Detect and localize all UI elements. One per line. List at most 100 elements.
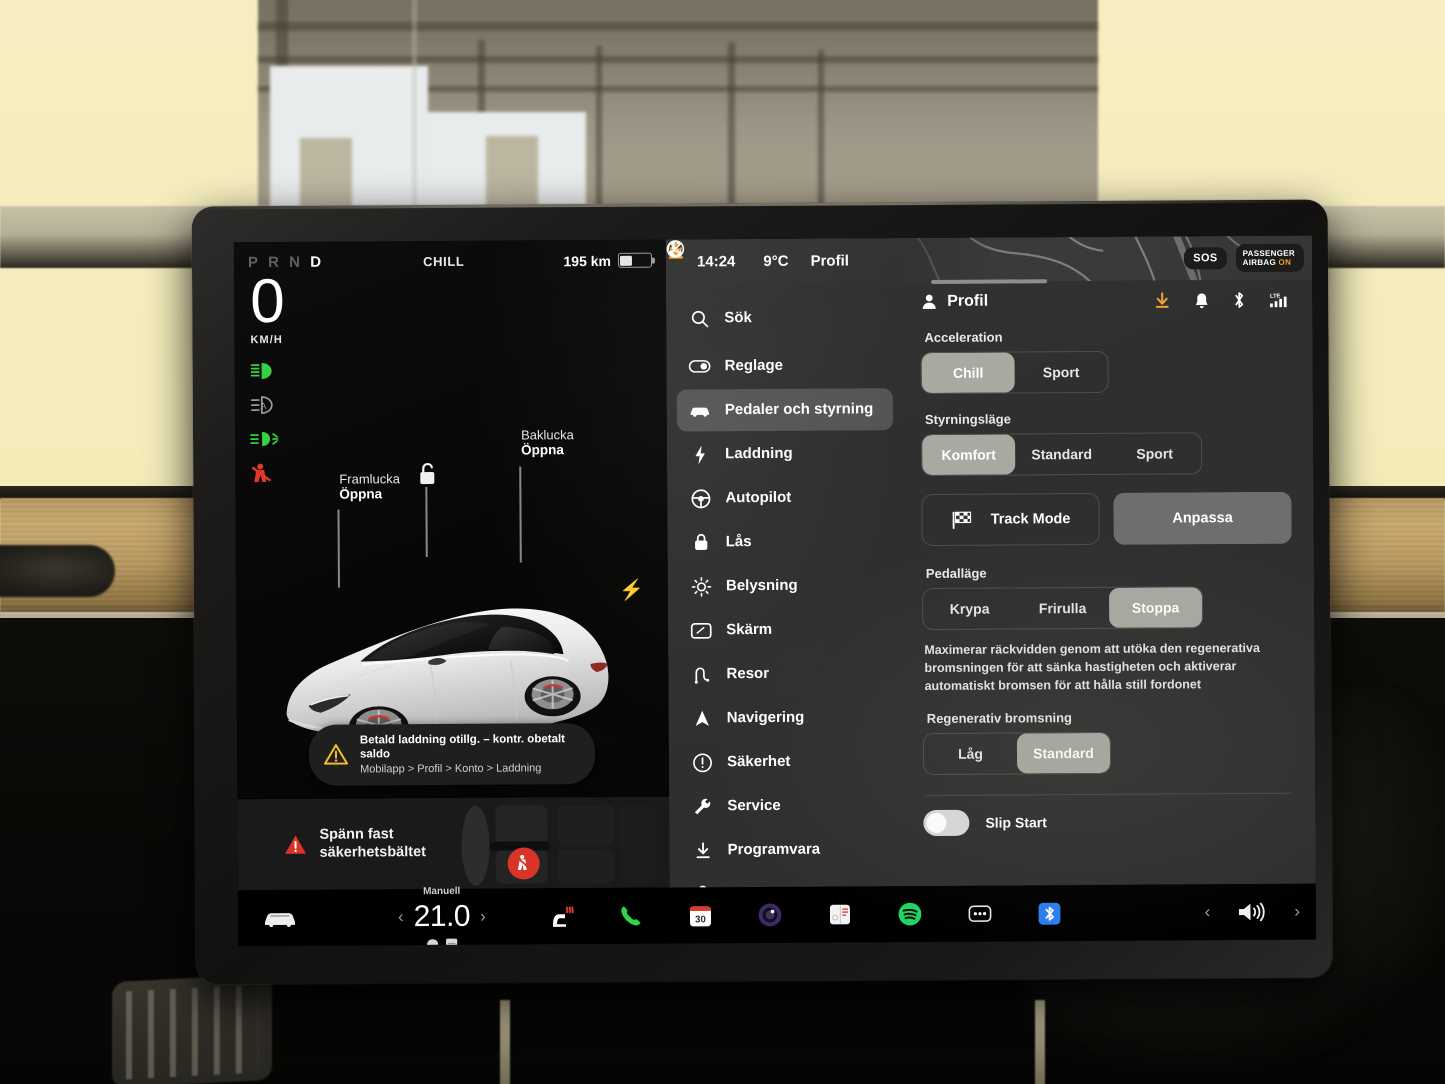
sidebar-item-sakerhet[interactable]: Säkerhet: [679, 740, 895, 783]
airbag-line1: PASSENGER: [1242, 248, 1295, 258]
bottom-taskbar: Manuell ‹ 21.0 › 30 ‹ ›: [237, 883, 1317, 947]
rear-trunk-callout[interactable]: Baklucka Öppna: [521, 427, 574, 457]
sidebar-item-service[interactable]: Service: [679, 784, 895, 827]
content-title: Profil: [947, 292, 989, 310]
bell-icon[interactable]: [1193, 291, 1210, 310]
climate-mode-label: Manuell: [423, 885, 461, 898]
slip-start-label: Slip Start: [985, 814, 1047, 831]
front-trunk-callout[interactable]: Framlucka Öppna: [339, 471, 400, 501]
volume-icon[interactable]: [1236, 899, 1268, 925]
sos-button[interactable]: SOS: [666, 240, 1227, 270]
profile-person-icon: [922, 294, 936, 310]
wrench-icon: [691, 795, 713, 817]
map-status-strip[interactable]: 14:24 9°C Profil SOS PASSENGER AIRBAG ON: [665, 235, 1313, 284]
slip-start-row[interactable]: Slip Start: [923, 794, 1293, 837]
regen-option-standard[interactable]: Standard: [1016, 733, 1111, 774]
search-input[interactable]: Sök: [676, 296, 892, 343]
search-label: Sök: [724, 309, 752, 327]
bluetooth-app-icon[interactable]: [1037, 901, 1062, 926]
sidebar-item-programvara[interactable]: Programvara: [679, 828, 895, 871]
sidebar-item-navigering[interactable]: Navigering: [679, 696, 895, 739]
search-icon: [688, 307, 710, 329]
car-controls-icon: [265, 913, 296, 928]
svg-text:A: A: [260, 401, 266, 411]
download-status-icon[interactable]: [1153, 290, 1171, 310]
acceleration-option-sport[interactable]: Sport: [1015, 352, 1108, 393]
volume-increase-button[interactable]: ›: [1294, 902, 1300, 922]
low-beam-icon: [250, 362, 272, 379]
temp-decrease-button[interactable]: ‹: [398, 907, 404, 927]
acceleration-segmented-control[interactable]: Chill Sport: [920, 350, 1109, 395]
seatbelt-warning-icon: [251, 463, 271, 482]
center-leader-line: [425, 486, 428, 557]
charging-notice-toast[interactable]: Betald laddning otillg. – kontr. obetalt…: [308, 722, 596, 786]
pedal-help-text: Maximerar räckvidden genom att utöka den…: [924, 640, 1260, 693]
status-temperature[interactable]: 9°C: [763, 252, 788, 269]
seatbelt-alert-text: Spänn fast säkerhetsbältet: [319, 826, 426, 861]
red-warning-triangle-icon: [285, 834, 307, 854]
more-icon[interactable]: [967, 901, 993, 927]
steering-option-komfort[interactable]: Komfort: [922, 434, 1016, 476]
airflow-indicators: [426, 937, 458, 946]
regen-option-lag[interactable]: Låg: [924, 734, 1017, 775]
steering-mode-segmented-control[interactable]: Komfort Standard Sport: [921, 432, 1203, 477]
toybox-icon[interactable]: [827, 901, 853, 927]
spotify-icon[interactable]: [897, 901, 923, 927]
alert-circle-icon: [691, 751, 713, 773]
sidebar-item-autopilot[interactable]: Autopilot: [677, 476, 893, 519]
camera-icon[interactable]: [757, 902, 783, 928]
sidebar-item-pedaler-och-styrning[interactable]: Pedaler och styrning: [676, 388, 894, 432]
content-header-icons: LTE: [1153, 290, 1290, 311]
fog-light-icon: [250, 431, 279, 446]
vehicle-render-stage: Framlucka Öppna Baklucka Öppna ⚡ Betald …: [235, 427, 669, 798]
sidebar-item-belysning[interactable]: Belysning: [678, 564, 894, 607]
panel-drag-handle[interactable]: [931, 279, 1048, 284]
sidebar-item-skarm[interactable]: Skärm: [678, 608, 894, 651]
sidebar-label-resor: Resor: [726, 665, 770, 683]
pedal-option-krypa[interactable]: Krypa: [923, 588, 1016, 629]
pedal-option-frirulla[interactable]: Frirulla: [1016, 588, 1109, 629]
seatbelt-alert-bar[interactable]: Spänn fast säkerhetsbältet: [237, 795, 670, 891]
car-controls-button[interactable]: [254, 907, 306, 929]
calendar-icon[interactable]: 30: [688, 903, 713, 928]
toggle-icon: [688, 355, 711, 377]
temp-increase-button[interactable]: ›: [480, 907, 486, 927]
sidebar-item-reglage[interactable]: Reglage: [676, 344, 892, 387]
photo-scene: P R N D CHILL 195 km 0 KM/H A Framlucka …: [0, 0, 1445, 1084]
battery-icon: [617, 252, 653, 268]
windshield-defrost-icon[interactable]: [426, 937, 439, 946]
regen-braking-segmented-control[interactable]: Låg Standard: [922, 732, 1112, 776]
drive-mode-label: CHILL: [423, 253, 465, 270]
steering-option-standard[interactable]: Standard: [1015, 434, 1108, 475]
sidebar-label-belysning: Belysning: [725, 577, 798, 595]
passenger-airbag-indicator: PASSENGER AIRBAG ON: [666, 240, 1305, 273]
rear-defrost-icon[interactable]: [445, 937, 458, 946]
slip-start-toggle[interactable]: [923, 809, 970, 837]
phone-icon[interactable]: [618, 903, 644, 929]
climate-control[interactable]: Manuell ‹ 21.0 ›: [398, 886, 486, 946]
sidebar-item-las[interactable]: Lås: [678, 520, 894, 563]
car-icon: [689, 399, 711, 421]
customize-button[interactable]: Anpassa: [1113, 491, 1292, 545]
steering-option-sport[interactable]: Sport: [1108, 433, 1201, 474]
background-window: [258, 0, 1098, 216]
sidebar-item-laddning[interactable]: Laddning: [677, 432, 893, 475]
regen-braking-label: Regenerativ bromsning: [926, 710, 1073, 727]
steering-mode-label: Styrningsläge: [924, 411, 1011, 428]
pedal-mode-segmented-control[interactable]: Krypa Frirulla Stoppa: [921, 586, 1204, 631]
pedal-option-stoppa[interactable]: Stoppa: [1108, 587, 1203, 628]
acceleration-option-chill[interactable]: Chill: [921, 352, 1015, 394]
touchscreen[interactable]: P R N D CHILL 195 km 0 KM/H A Framlucka …: [233, 235, 1317, 947]
front-trunk-name: Framlucka: [339, 471, 401, 487]
status-profile[interactable]: Profil: [668, 241, 849, 269]
seatbelt-alert-line1: Spänn fast: [319, 826, 394, 843]
lock-icon: [690, 531, 712, 553]
volume-decrease-button[interactable]: ‹: [1205, 902, 1211, 922]
front-trunk-state: Öppna: [339, 486, 383, 502]
navigation-arrow-icon: [691, 707, 713, 729]
sidebar-label-sakerhet: Säkerhet: [726, 753, 791, 771]
sidebar-item-resor[interactable]: Resor: [678, 652, 894, 695]
seat-heater-icon[interactable]: [548, 903, 574, 929]
track-mode-button[interactable]: Track Mode: [921, 492, 1100, 547]
bluetooth-icon[interactable]: [1232, 290, 1246, 310]
